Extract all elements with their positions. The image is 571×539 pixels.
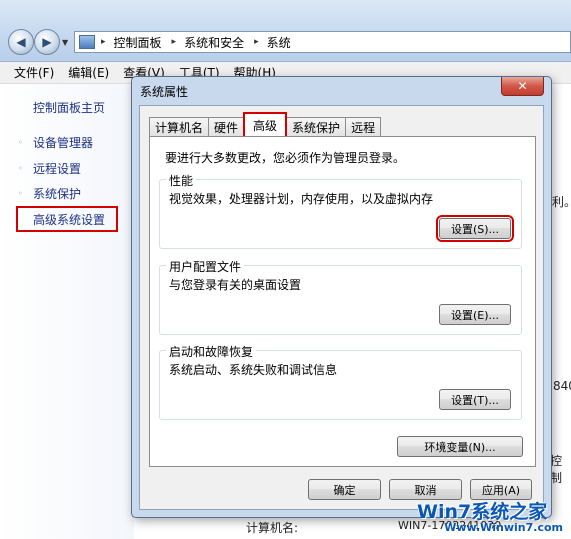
- sidebar-item-label: 远程设置: [33, 162, 82, 176]
- computer-name-label: 计算机名:: [246, 521, 299, 535]
- close-button[interactable]: ✕: [501, 77, 544, 96]
- forward-arrow-icon: ▶: [42, 35, 52, 49]
- group-title: 用户配置文件: [166, 258, 245, 275]
- watermark-logo: Win7系统之家: [417, 501, 548, 523]
- user-profiles-group: 用户配置文件 与您登录有关的桌面设置 设置(E)...: [159, 258, 522, 335]
- close-icon: ✕: [517, 79, 528, 93]
- background-text: 840: [553, 379, 571, 393]
- forward-button[interactable]: ▶: [34, 29, 60, 55]
- sidebar-item-label: 设备管理器: [33, 136, 94, 150]
- startup-recovery-settings-button[interactable]: 设置(T)...: [439, 389, 511, 410]
- back-arrow-icon: ◀: [16, 35, 26, 49]
- history-dropdown-icon[interactable]: ▼: [62, 38, 68, 47]
- watermark: Win7系统之家 Www.Winwin7.com: [417, 497, 567, 537]
- group-title: 性能: [166, 172, 197, 189]
- system-properties-dialog: 系统属性 ✕ 计算机名 硬件 高级 系统保护 远程 要进行大多数更改，您必须作为…: [131, 76, 552, 518]
- admin-note: 要进行大多数更改，您必须作为管理员登录。: [165, 151, 406, 165]
- breadcrumb-control-panel[interactable]: 控制面板: [114, 34, 162, 51]
- shield-icon: ◦: [18, 189, 23, 198]
- back-button[interactable]: ◀: [8, 29, 34, 55]
- sidebar: 控制面板主页 ◦ 设备管理器 ◦ 远程设置 ◦ 系统保护 高级系统设置: [0, 84, 134, 539]
- background-text: 利。: [552, 195, 571, 209]
- sidebar-control-panel-home[interactable]: 控制面板主页: [33, 99, 105, 116]
- ok-button[interactable]: 确定: [308, 479, 381, 500]
- shield-icon: ◦: [18, 164, 23, 173]
- shield-icon: ◦: [18, 138, 23, 147]
- environment-variables-button[interactable]: 环境变量(N)...: [397, 436, 523, 457]
- breadcrumb-separator-icon: ▸: [254, 37, 259, 47]
- group-description: 与您登录有关的桌面设置: [169, 278, 302, 292]
- performance-group: 性能 视觉效果，处理器计划，内存使用，以及虚拟内存 设置(S)...: [159, 172, 522, 249]
- tab-label: 高级: [253, 118, 278, 133]
- startup-recovery-group: 启动和故障恢复 系统启动、系统失败和调试信息 设置(T)...: [159, 343, 522, 420]
- sidebar-item-label: 系统保护: [33, 187, 82, 201]
- breadcrumb-separator-icon: ▸: [101, 37, 106, 47]
- tab-strip: 计算机名 硬件 高级 系统保护 远程: [149, 112, 382, 136]
- performance-settings-button[interactable]: 设置(S)...: [436, 215, 514, 242]
- tab-label: 远程: [351, 120, 376, 135]
- user-profiles-settings-button[interactable]: 设置(E)...: [439, 304, 511, 325]
- group-description: 视觉效果，处理器计划，内存使用，以及虚拟内存: [169, 192, 434, 206]
- breadcrumb-system[interactable]: 系统: [267, 34, 291, 51]
- group-title: 启动和故障恢复: [166, 343, 257, 360]
- sidebar-item-device-manager[interactable]: ◦ 设备管理器: [18, 134, 93, 151]
- breadcrumb-system-security[interactable]: 系统和安全: [184, 34, 244, 51]
- tab-label: 硬件: [214, 120, 239, 135]
- tab-system-protection[interactable]: 系统保护: [286, 117, 347, 136]
- tab-advanced[interactable]: 高级: [243, 112, 288, 136]
- watermark-url: Www.Winwin7.com: [444, 521, 563, 534]
- address-bar[interactable]: ▸ 控制面板 ▸ 系统和安全 ▸ 系统: [74, 31, 571, 53]
- explorer-titlebar: ◀ ▶ ▼ ▸ 控制面板 ▸ 系统和安全 ▸ 系统: [0, 0, 571, 62]
- group-description: 系统启动、系统失败和调试信息: [169, 363, 338, 377]
- tab-label: 计算机名: [155, 120, 204, 135]
- sidebar-item-system-protection[interactable]: ◦ 系统保护: [18, 185, 81, 202]
- sidebar-item-advanced-settings[interactable]: 高级系统设置: [16, 206, 118, 232]
- breadcrumb-separator-icon: ▸: [171, 37, 177, 47]
- background-text: 控制: [550, 454, 563, 485]
- dialog-client: 计算机名 硬件 高级 系统保护 远程 要进行大多数更改，您必须作为管理员登录。 …: [139, 105, 544, 510]
- tab-hardware[interactable]: 硬件: [208, 117, 245, 136]
- tab-computer-name[interactable]: 计算机名: [149, 117, 210, 136]
- control-panel-icon: [79, 35, 95, 49]
- sidebar-item-label: 高级系统设置: [33, 212, 106, 227]
- tab-remote[interactable]: 远程: [345, 117, 382, 136]
- sidebar-item-remote-settings[interactable]: ◦ 远程设置: [18, 160, 81, 177]
- tab-label: 系统保护: [292, 120, 341, 135]
- dialog-title: 系统属性: [140, 85, 189, 99]
- menu-file[interactable]: 文件(F): [14, 64, 54, 81]
- menu-edit[interactable]: 编辑(E): [68, 64, 109, 81]
- advanced-tab-panel: 要进行大多数更改，您必须作为管理员登录。 性能 视觉效果，处理器计划，内存使用，…: [149, 136, 536, 467]
